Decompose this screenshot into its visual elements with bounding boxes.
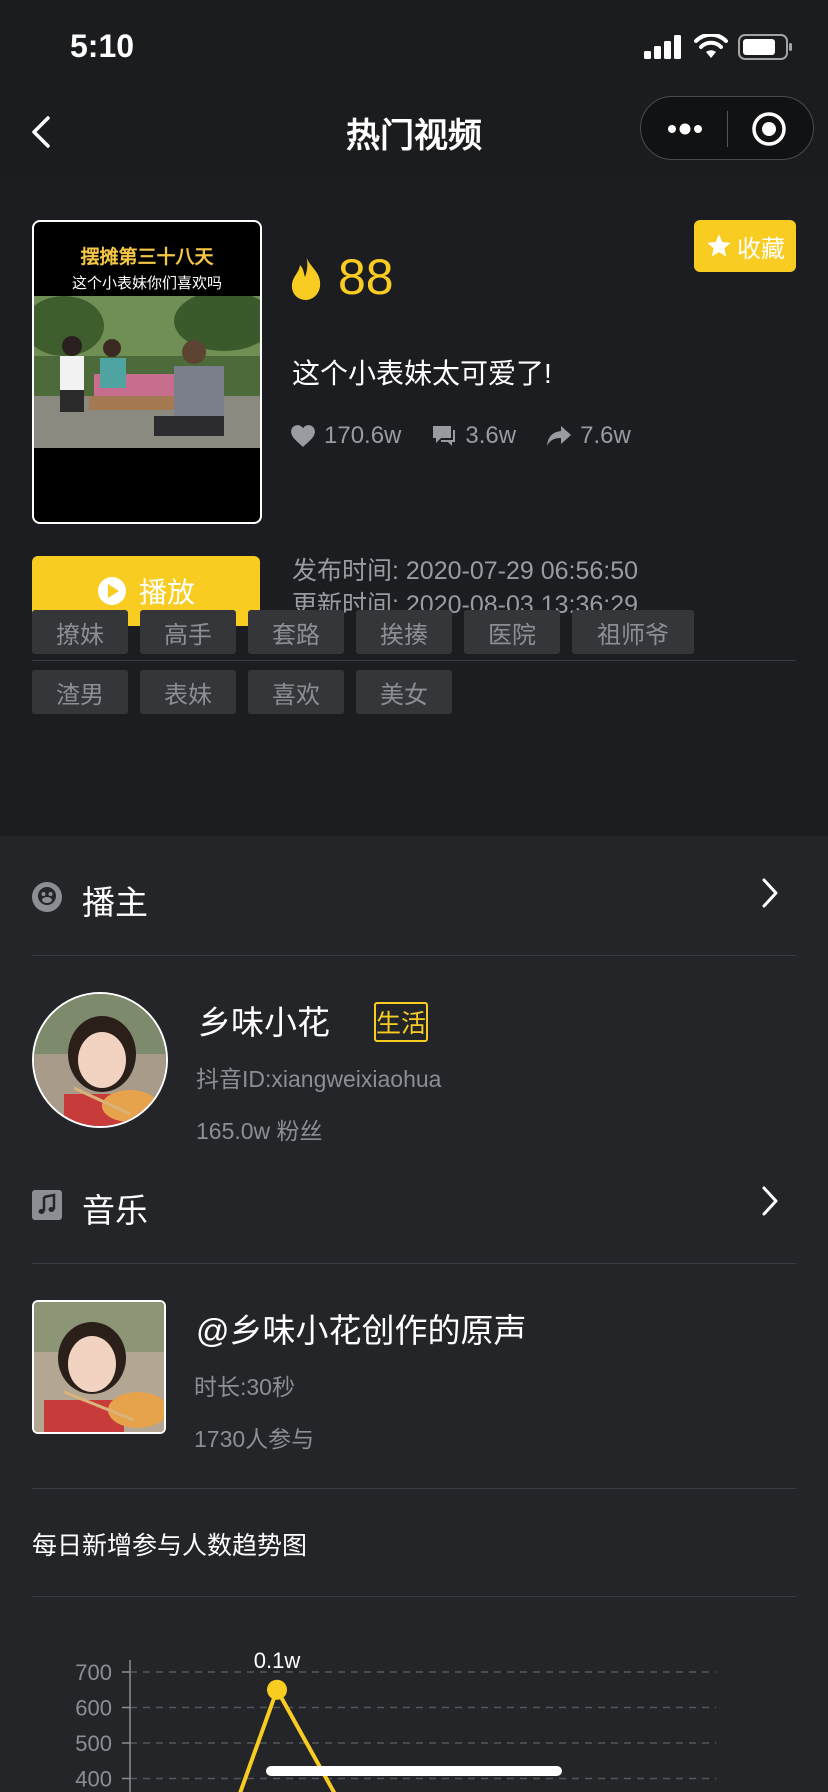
chart-y-tick-label: 500 xyxy=(75,1731,112,1756)
tag-item[interactable]: 美女 xyxy=(356,670,452,714)
heart-icon xyxy=(291,425,315,447)
play-label: 播放 xyxy=(138,577,195,608)
tag-item[interactable]: 挨揍 xyxy=(356,610,452,654)
tag-item[interactable]: 喜欢 xyxy=(248,670,344,714)
music-participants: 1730人参与 xyxy=(194,1426,315,1452)
home-indicator xyxy=(266,1766,562,1776)
music-section-header[interactable]: 音乐 xyxy=(32,1180,796,1230)
music-cover[interactable] xyxy=(32,1300,166,1434)
anchor-category-badge: 生活 xyxy=(374,1002,428,1042)
chart-series-line xyxy=(238,1687,337,1792)
anchor-douyin-id: 抖音ID:xiangweixiaohua xyxy=(196,1066,442,1092)
anchor-avatar[interactable] xyxy=(32,992,168,1128)
shares-stat: 7.6w xyxy=(546,422,631,450)
publish-time-row: 发布时间: 2020-07-29 06:56:50 xyxy=(292,554,638,588)
chart-y-tick-label: 700 xyxy=(75,1660,112,1685)
chevron-right-icon xyxy=(762,1186,778,1216)
nav-bar: 热门视频 xyxy=(0,90,828,176)
divider xyxy=(32,1263,796,1264)
favorite-label: 收藏 xyxy=(737,235,785,263)
chart-y-tick-label: 400 xyxy=(75,1767,112,1792)
share-icon xyxy=(547,426,572,446)
likes-stat: 170.6w xyxy=(290,422,401,450)
capsule-divider xyxy=(727,111,728,147)
tag-item[interactable]: 撩妹 xyxy=(32,610,128,654)
tag-item[interactable]: 医院 xyxy=(464,610,560,654)
likes-count: 170.6w xyxy=(324,422,402,449)
comments-stat: 3.6w xyxy=(431,422,516,450)
publish-time-label: 发布时间: xyxy=(292,557,399,585)
favorite-button[interactable]: 收藏 xyxy=(694,220,796,272)
music-duration: 时长:30秒 xyxy=(194,1374,295,1400)
thumbnail-caption-title: 摆摊第三十八天 xyxy=(80,247,214,268)
status-time: 5:10 xyxy=(70,28,135,64)
battery-icon xyxy=(738,34,792,60)
cellular-signal-icon xyxy=(644,35,681,59)
music-note-icon xyxy=(32,1190,62,1220)
chart-data-label: 0.1w xyxy=(254,1648,301,1673)
divider xyxy=(32,660,796,661)
anchor-section-header[interactable]: 播主 xyxy=(32,872,796,922)
tag-item[interactable]: 祖师爷 xyxy=(572,610,694,654)
comments-count: 3.6w xyxy=(465,422,517,449)
video-title: 这个小表妹太可爱了! xyxy=(292,358,552,389)
status-bar: 5:10 xyxy=(0,0,828,90)
flame-icon xyxy=(291,255,321,300)
tag-item[interactable]: 高手 xyxy=(140,610,236,654)
tag-item[interactable]: 表妹 xyxy=(140,670,236,714)
avatar-image xyxy=(34,994,166,1126)
tag-item[interactable]: 套路 xyxy=(248,610,344,654)
comment-icon xyxy=(433,426,456,446)
divider xyxy=(32,1596,796,1597)
thumbnail-caption-subtitle: 这个小表妹你们喜欢吗 xyxy=(71,275,222,292)
chart-data-point xyxy=(267,1679,287,1700)
mini-program-capsule xyxy=(640,96,814,160)
star-icon xyxy=(707,234,731,257)
music-title: @乡味小花创作的原声 xyxy=(196,1312,527,1349)
video-thumbnail[interactable]: 摆摊第三十八天 这个小表妹你们喜欢吗 xyxy=(32,220,262,524)
music-section-label: 音乐 xyxy=(82,1192,148,1229)
monkey-icon xyxy=(32,882,62,912)
thumbnail-scene-image xyxy=(34,296,260,448)
heat-score: 88 xyxy=(288,248,394,306)
video-stats: 170.6w 3.6w 7.6w xyxy=(290,422,631,450)
music-cover-image xyxy=(34,1302,164,1432)
anchor-section-label: 播主 xyxy=(82,884,148,921)
anchor-name: 乡味小花 xyxy=(198,1004,330,1041)
close-mini-program-icon[interactable] xyxy=(751,111,787,147)
anchor-fans: 165.0w 粉丝 xyxy=(196,1118,323,1144)
wifi-icon xyxy=(694,34,728,58)
shares-count: 7.6w xyxy=(580,422,631,449)
chevron-right-icon xyxy=(762,878,778,908)
chart-y-tick-label: 600 xyxy=(75,1696,112,1721)
divider xyxy=(32,955,796,956)
video-card: 摆摊第三十八天 这个小表妹你们喜欢吗 收藏 88 这个小表妹太可爱了! 170.… xyxy=(0,176,828,836)
publish-time-value: 2020-07-29 06:56:50 xyxy=(405,557,639,585)
tag-item[interactable]: 渣男 xyxy=(32,670,128,714)
status-icons xyxy=(644,34,794,60)
divider xyxy=(32,1488,796,1489)
trend-chart-title: 每日新增参与人数趋势图 xyxy=(32,1532,308,1560)
play-icon xyxy=(97,577,126,605)
heat-value: 88 xyxy=(338,249,394,305)
more-icon[interactable] xyxy=(665,117,705,141)
